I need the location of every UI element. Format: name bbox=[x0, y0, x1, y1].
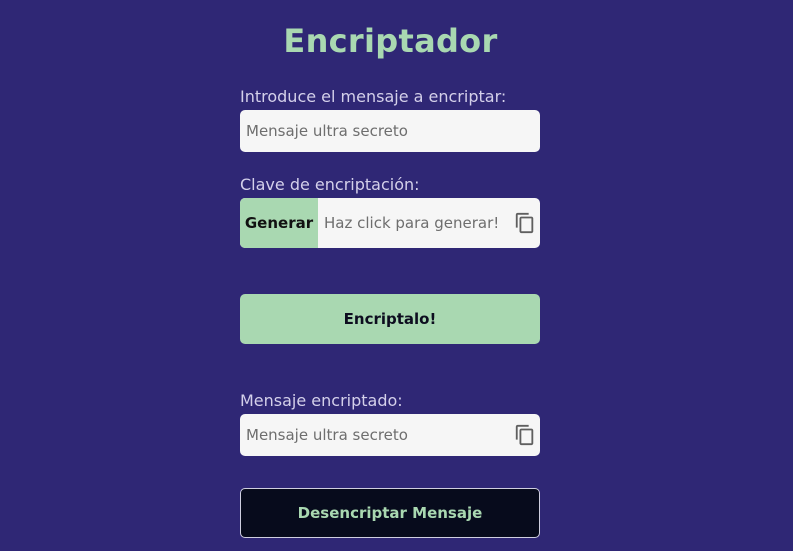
key-field-container bbox=[318, 198, 540, 248]
result-input-container bbox=[240, 414, 540, 456]
key-row: Generar bbox=[240, 198, 540, 248]
page: Encriptador Introduce el mensaje a encri… bbox=[0, 0, 793, 551]
result-label: Mensaje encriptado: bbox=[240, 391, 403, 410]
key-input[interactable] bbox=[318, 198, 540, 248]
page-title: Encriptador bbox=[283, 22, 498, 60]
generate-key-button[interactable]: Generar bbox=[240, 198, 318, 248]
key-label: Clave de encriptación: bbox=[240, 175, 420, 194]
encrypt-button[interactable]: Encriptalo! bbox=[240, 294, 540, 344]
message-input-container bbox=[240, 110, 540, 152]
decrypt-button[interactable]: Desencriptar Mensaje bbox=[240, 488, 540, 538]
message-label: Introduce el mensaje a encriptar: bbox=[240, 87, 507, 106]
copy-icon[interactable] bbox=[514, 424, 536, 446]
copy-icon[interactable] bbox=[514, 212, 536, 234]
result-output[interactable] bbox=[240, 414, 540, 456]
message-input[interactable] bbox=[240, 110, 540, 152]
